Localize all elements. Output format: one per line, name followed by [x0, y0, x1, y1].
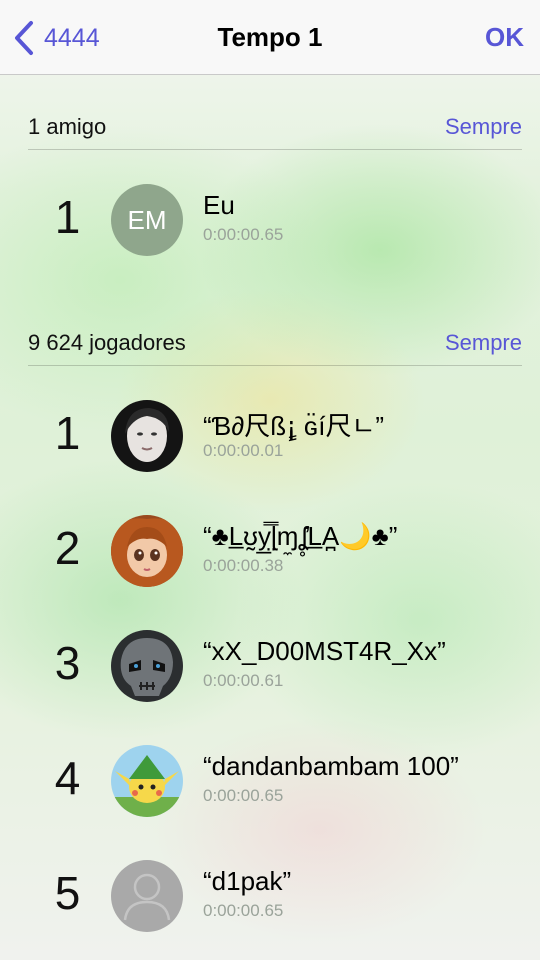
leaderboard-row[interactable]: 1 EM Eu 0:00:00.65 [0, 176, 540, 266]
doll-icon [111, 515, 183, 587]
player-name: “dandanbambam 100” [203, 751, 459, 781]
avatar-initials: EM [111, 184, 183, 256]
page-title: Tempo 1 [217, 22, 323, 52]
skull-icon [111, 630, 183, 702]
rank-number: 1 [54, 407, 81, 459]
navigation-bar: 4444 Tempo 1 OK [0, 0, 540, 75]
friends-section-header: 1 amigo Sempre [28, 114, 522, 150]
players-section-header: 9 624 jogadores Sempre [28, 330, 522, 366]
avatar [111, 400, 183, 472]
player-name: “xX_D00MST4R_Xx” [203, 636, 446, 666]
avatar [111, 630, 183, 702]
avatar: EM [111, 184, 183, 256]
player-name: “d1pak” [203, 866, 292, 896]
avatar [111, 860, 183, 932]
leaderboard-row[interactable]: 1 “Ɓ∂尺ß¡ٍ ɢ̈í尺ㄴ” 0:00:00.01 [0, 392, 540, 482]
player-time: 0:00:00.65 [203, 901, 284, 920]
avatar [111, 515, 183, 587]
avatar [111, 745, 183, 817]
rank-number: 4 [54, 752, 81, 804]
player-name: “♣L̲ʊ̰y̲̤̿ɭɱ̼ʆ̥̓L̲A̪🌙♣” [203, 521, 398, 551]
rank-number: 5 [54, 867, 81, 919]
rank-number: 2 [54, 522, 81, 574]
friends-count-label: 1 amigo [28, 114, 107, 139]
player-time: 0:00:00.38 [203, 556, 284, 575]
friends-time-filter-button[interactable]: Sempre [445, 114, 522, 140]
player-time: 0:00:00.61 [203, 671, 284, 690]
player-name: Eu [203, 190, 235, 220]
player-name: “Ɓ∂尺ß¡ٍ ɢ̈í尺ㄴ” [203, 411, 385, 441]
leaderboard-row[interactable]: 4 “dandanbambam 100” 0:00:00.65 [0, 737, 540, 827]
rank-number: 1 [54, 191, 81, 243]
leaderboard-row[interactable]: 2 “♣L̲ʊ̰y̲̤̿ɭɱ̼ʆ̥̓L̲A̪🌙♣” 0:00:00.38 [0, 507, 540, 597]
person-silhouette-icon [111, 860, 183, 932]
players-count-label: 9 624 jogadores [28, 330, 186, 355]
player-time: 0:00:00.65 [203, 786, 284, 805]
leaderboard-row[interactable]: 5 “d1pak” 0:00:00.65 [0, 852, 540, 942]
rank-number: 3 [54, 637, 81, 689]
players-time-filter-button[interactable]: Sempre [445, 330, 522, 356]
leaderboard-row[interactable]: 3 “xX_D00MST4R_Xx” 0:00:00.61 [0, 622, 540, 712]
cartoon-character-icon [111, 745, 183, 817]
player-time: 0:00:00.65 [203, 225, 284, 244]
ok-button[interactable]: OK [485, 22, 524, 53]
woman-photo-icon [111, 400, 183, 472]
player-time: 0:00:00.01 [203, 441, 284, 460]
